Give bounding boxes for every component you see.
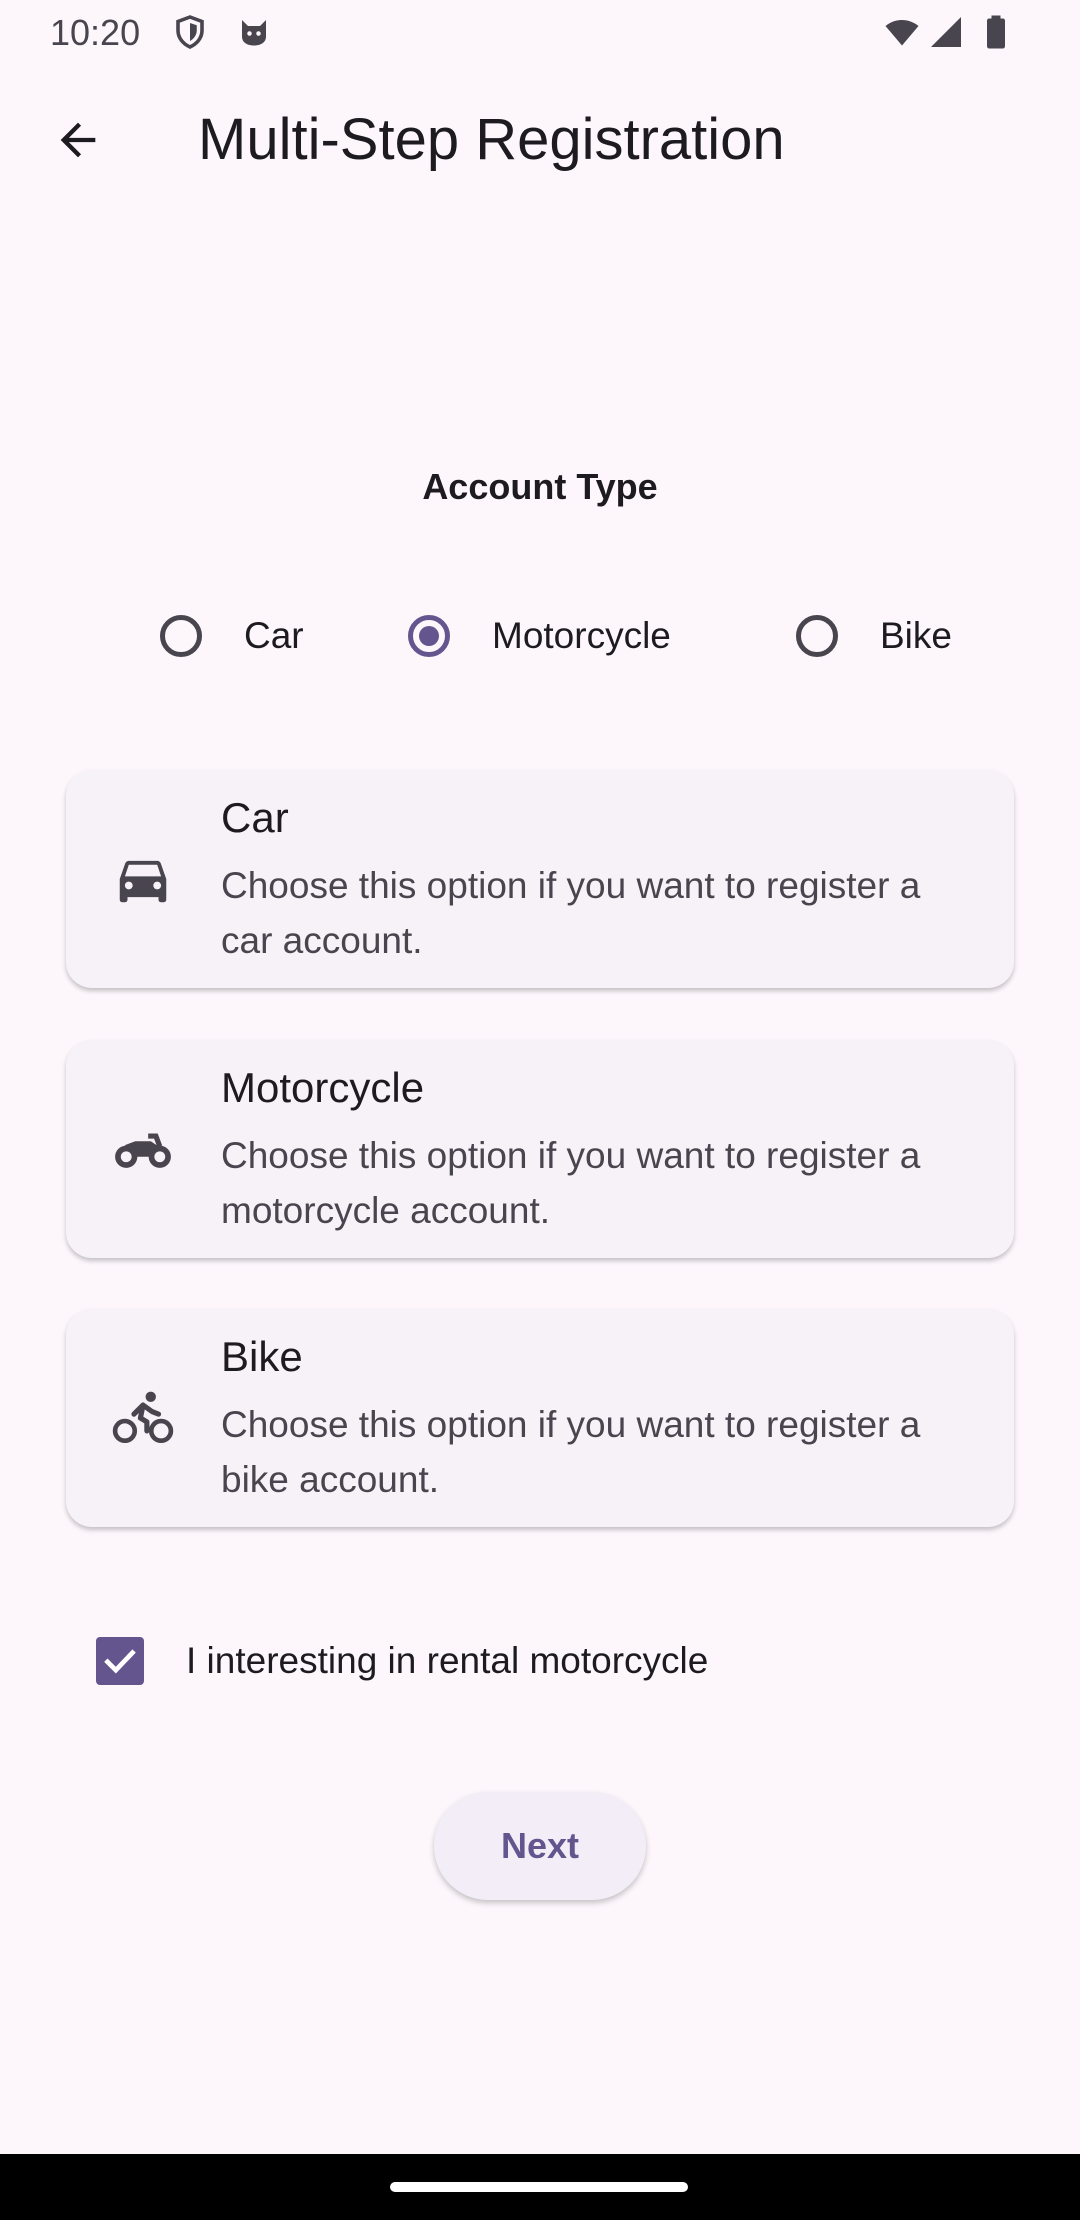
next-button[interactable]: Next (434, 1792, 646, 1900)
car-icon (119, 860, 167, 903)
radio-label: Bike (880, 615, 952, 656)
status-bar: 10:20 (0, 0, 1080, 64)
cat-icon (242, 20, 266, 46)
card-description: Choose this option if you want to regist… (221, 1135, 921, 1231)
arrow-back-icon (60, 122, 96, 158)
page-title: Multi-Step Registration (198, 107, 785, 172)
radio-button[interactable] (160, 615, 202, 657)
radio-label: Motorcycle (492, 615, 671, 656)
card-title: Car (221, 794, 289, 841)
signal-icon (931, 17, 961, 47)
bike-icon (112, 1391, 174, 1444)
rental-checkbox-row[interactable]: I interesting in rental motorcycle (96, 1636, 708, 1686)
battery-icon (987, 15, 1005, 49)
card-car[interactable]: Car Choose this option if you want to re… (66, 770, 1014, 988)
card-title: Motorcycle (221, 1064, 425, 1111)
card-title: Bike (221, 1333, 303, 1380)
radio-button[interactable] (796, 615, 838, 657)
rental-checkbox-label: I interesting in rental motorcycle (186, 1640, 709, 1681)
navigation-bar (0, 2154, 1080, 2220)
rental-checkbox[interactable] (96, 1637, 144, 1685)
radio-label: Car (244, 615, 304, 656)
app-bar: Multi-Step Registration (0, 80, 1080, 200)
motorcycle-icon (115, 1133, 171, 1168)
status-time: 10:20 (50, 12, 141, 53)
radio-button[interactable] (408, 615, 450, 657)
home-indicator[interactable] (390, 2182, 688, 2192)
back-button[interactable] (40, 102, 116, 178)
card-description: Choose this option if you want to regist… (221, 865, 921, 961)
check-icon (104, 1649, 136, 1674)
radio-car[interactable]: Car (160, 596, 304, 676)
card-motorcycle[interactable]: Motorcycle Choose this option if you wan… (66, 1040, 1014, 1258)
wifi-icon (885, 20, 919, 46)
shield-icon (176, 15, 204, 49)
card-bike[interactable]: Bike Choose this option if you want to r… (66, 1309, 1014, 1527)
card-description: Choose this option if you want to regist… (221, 1404, 921, 1500)
account-type-heading: Account Type (422, 466, 658, 507)
radio-motorcycle[interactable]: Motorcycle (408, 596, 671, 676)
radio-bike[interactable]: Bike (796, 596, 952, 676)
account-type-radio-group: Car Motorcycle Bike (0, 596, 1080, 676)
